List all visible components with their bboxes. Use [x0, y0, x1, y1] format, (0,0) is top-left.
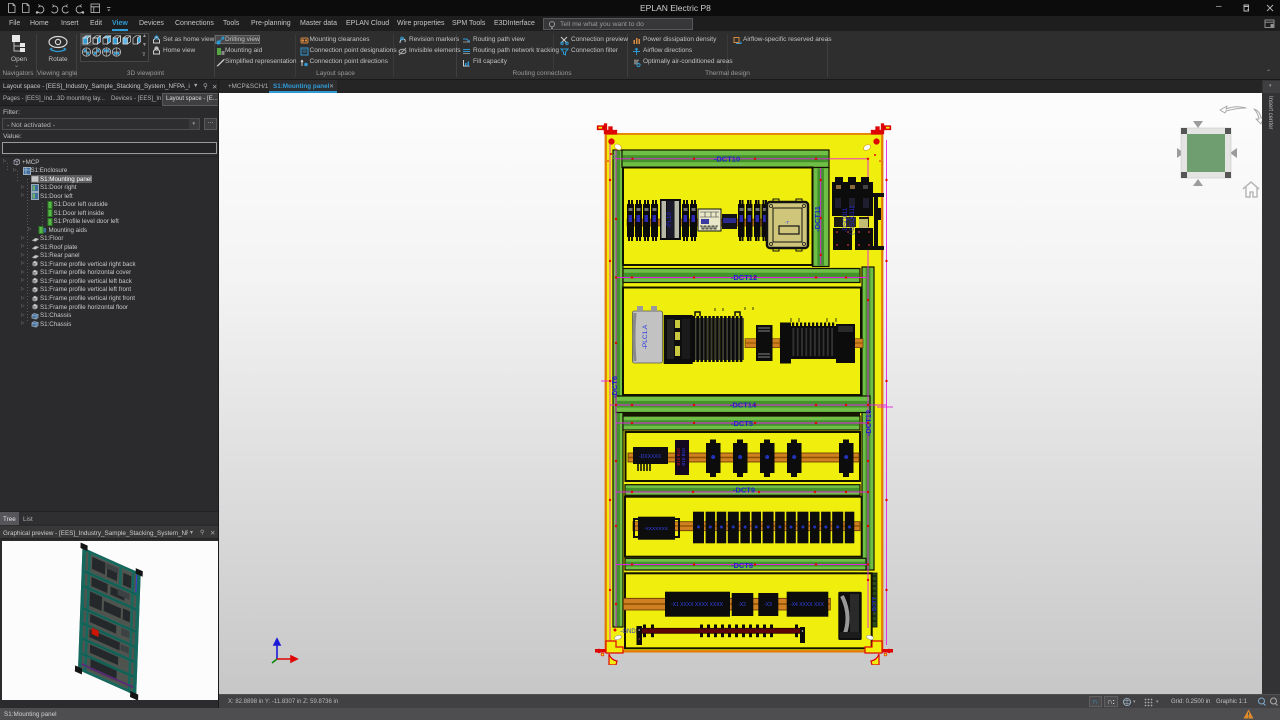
svg-text:-X1 XXXX XXXX XXXX: -X1 XXXX XXXX XXXX — [671, 602, 724, 608]
svg-text:-DCT10: -DCT10 — [714, 155, 740, 164]
svg-text:-DCT12: -DCT12 — [731, 273, 757, 282]
svg-text:B10 B10: B10 B10 — [681, 448, 686, 466]
svg-text:-DCT14: -DCT14 — [730, 401, 757, 410]
svg-text:-DCT6: -DCT6 — [610, 376, 619, 398]
svg-text:-DXXXXX: -DXXXXX — [639, 454, 662, 460]
svg-text:-X2: -X2 — [738, 602, 746, 608]
svg-text:-FL10: -FL10 — [667, 212, 673, 228]
svg-text:-DCT5: -DCT5 — [731, 419, 753, 428]
svg-text:-T: -T — [785, 220, 789, 225]
svg-text:-DCT11: -DCT11 — [813, 206, 822, 232]
svg-text:-PLC1.A: -PLC1.A — [642, 324, 649, 349]
svg-text:-GND: -GND — [620, 629, 636, 635]
svg-text:-X4 XXXX XXX: -X4 XXXX XXX — [790, 602, 825, 608]
svg-text:(-DSQ0111: (-DSQ0111 — [850, 205, 856, 235]
svg-text:-DSQ011: -DSQ011 — [843, 207, 849, 232]
svg-text:-X3: -X3 — [764, 602, 772, 608]
svg-text:-XXXXXXX: -XXXXXXX — [644, 526, 669, 532]
svg-text:-DCT8: -DCT8 — [731, 561, 753, 570]
svg-text:-DCT7: -DCT7 — [872, 597, 878, 613]
svg-text:-DCT13: -DCT13 — [864, 410, 873, 436]
svg-text:-DCT9: -DCT9 — [733, 486, 755, 495]
